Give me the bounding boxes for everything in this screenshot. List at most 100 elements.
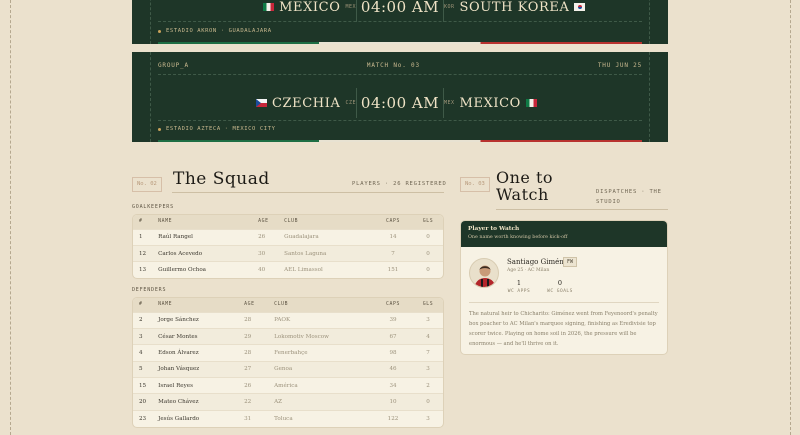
cell-age: 29 <box>238 327 269 345</box>
cell-gls: 2 <box>413 377 443 394</box>
col-num[interactable]: # <box>133 298 153 312</box>
stat-apps: 1 WC APPS <box>502 279 536 294</box>
cell-gls: 7 <box>413 344 443 362</box>
cell-num: 15 <box>133 377 153 394</box>
cell-name: Raúl Rangel <box>152 228 253 246</box>
col-club[interactable]: CLUB <box>278 215 373 229</box>
col-num[interactable]: # <box>133 215 153 229</box>
goalkeepers-table: # NAME AGE CLUB CAPS GLS 1 Raúl Rangel 26 G… <box>132 214 444 280</box>
divider <box>158 120 642 121</box>
cell-age: 40 <box>252 261 279 279</box>
col-club[interactable]: CLUB <box>268 298 373 312</box>
col-gls[interactable]: GLS <box>413 298 443 312</box>
section-number: No. 03 <box>460 177 490 192</box>
venue-label: ESTADIO AKRON · GUADALAJARA <box>166 28 272 34</box>
col-name[interactable]: NAME <box>152 215 253 229</box>
player-card[interactable]: Player to Watch One name worth knowing b… <box>460 220 668 355</box>
squad-meta: PLAYERS · 26 REGISTERED <box>352 181 447 187</box>
col-caps[interactable]: CAPS <box>373 215 413 229</box>
cell-gls: 3 <box>413 409 443 427</box>
match-number: MATCH No. 03 <box>366 62 420 69</box>
col-age[interactable]: AGE <box>238 298 269 312</box>
col-gls[interactable]: GLS <box>413 215 443 229</box>
table-row[interactable]: 3 César Montes 29 Lokomotiv Moscow 67 4 <box>133 327 443 345</box>
cell-age: 26 <box>238 377 269 394</box>
match-teams: CZECHIA CZE 04:00 AM MEX MEXICO <box>132 88 668 118</box>
table-row[interactable]: 15 Israel Reyes 26 América 34 2 <box>133 377 443 394</box>
page-rail-left <box>10 0 11 435</box>
player-card-header: Player to Watch One name worth knowing b… <box>461 221 667 247</box>
match-group: GROUP_A <box>158 62 189 69</box>
match-teams: MEXICO MEX 04:00 AM KOR SOUTH KOREA <box>132 0 668 22</box>
cell-caps: 67 <box>373 327 413 345</box>
title-rule <box>496 209 668 210</box>
match-card[interactable]: MEXICO MEX 04:00 AM KOR SOUTH KOREA ESTA… <box>132 0 668 44</box>
table-row[interactable]: 20 Mateo Chávez 22 AZ 10 0 <box>133 393 443 411</box>
kr-flag-icon <box>574 3 586 11</box>
cell-age: 22 <box>238 393 269 411</box>
cell-club: Santos Laguna <box>278 244 373 262</box>
cell-club: PAOK <box>268 311 373 329</box>
col-caps[interactable]: CAPS <box>373 298 413 312</box>
col-name[interactable]: NAME <box>152 298 239 312</box>
cell-name: Israel Reyes <box>152 377 239 394</box>
watch-meta: DISPATCHES · THE STUDIO <box>596 189 662 205</box>
venue-dot-icon <box>158 29 161 33</box>
table-row[interactable]: 2 Jorge Sánchez 28 PAOK 39 3 <box>133 311 443 329</box>
cell-caps: 7 <box>373 244 413 262</box>
cell-name: Jesús Gallardo <box>152 409 239 427</box>
kickoff-time: 04:00 AM <box>356 88 444 118</box>
cell-gls: 3 <box>413 311 443 329</box>
table-row[interactable]: 23 Jesús Gallardo 31 Toluca 122 3 <box>133 409 443 427</box>
cell-age: 28 <box>238 344 269 362</box>
table-row[interactable]: 12 Carlos Acevedo 30 Santos Laguna 7 0 <box>133 244 443 262</box>
section-number: No. 02 <box>132 177 162 192</box>
table-row[interactable]: 1 Raúl Rangel 26 Guadalajara 14 0 <box>133 228 443 246</box>
cell-num: 23 <box>133 409 153 427</box>
venue: ESTADIO AKRON · GUADALAJARA <box>158 28 272 34</box>
home-team: CZECHIA CZE <box>196 96 356 111</box>
page-rail-right <box>790 0 791 435</box>
table-row[interactable]: 4 Edson Álvarez 28 Fenerbahçe 98 7 <box>133 344 443 362</box>
cell-caps: 151 <box>373 261 413 279</box>
stat-apps-value: 1 <box>516 279 522 287</box>
table-header-row: # NAME AGE CLUB CAPS GLS <box>133 215 443 229</box>
cell-name: Carlos Acevedo <box>152 244 253 262</box>
player-details: Age 25 · AC Milan <box>507 268 550 273</box>
match-card[interactable]: GROUP_A MATCH No. 03 THU JUN 25 CZECHIA … <box>132 52 668 142</box>
cell-age: 28 <box>238 311 269 329</box>
title-rule <box>172 192 444 193</box>
table-row[interactable]: 5 Johan Vásquez 27 Genoa 46 3 <box>133 360 443 378</box>
away-team-code: MEX <box>444 100 455 106</box>
away-team-name: MEXICO <box>459 95 521 111</box>
cell-club: AZ <box>268 393 373 411</box>
away-team-name: SOUTH KOREA <box>459 0 570 15</box>
player-avatar <box>469 258 499 288</box>
home-team-code: CZE <box>345 100 356 106</box>
divider <box>158 74 642 75</box>
position-badge: FW <box>563 257 578 267</box>
venue: ESTADIO AZTECA · MEXICO CITY <box>158 126 276 132</box>
player-photo-icon <box>474 265 496 287</box>
player-name: Santiago Giménez <box>507 258 572 266</box>
cell-gls: 4 <box>413 327 443 345</box>
table-row[interactable]: 13 Guillermo Ochoa 40 AEL Limassol 151 0 <box>133 261 443 279</box>
cell-num: 3 <box>133 327 153 345</box>
cell-caps: 122 <box>373 409 413 427</box>
group-label-goalkeepers: GOALKEEPERS <box>132 204 174 210</box>
squad-title: The Squad <box>173 169 270 189</box>
cell-name: Jorge Sánchez <box>152 311 239 329</box>
away-team-code: KOR <box>444 4 455 10</box>
cell-num: 20 <box>133 393 153 411</box>
cell-gls: 3 <box>413 360 443 378</box>
cell-gls: 0 <box>413 228 443 246</box>
cell-age: 31 <box>238 409 269 427</box>
cell-num: 1 <box>133 228 153 246</box>
cell-club: AEL Limassol <box>278 261 373 279</box>
stat-apps-label: WC APPS <box>507 289 531 294</box>
cell-gls: 0 <box>413 261 443 279</box>
cell-club: Guadalajara <box>278 228 373 246</box>
watch-title: One to Watch <box>496 168 554 204</box>
cell-caps: 46 <box>373 360 413 378</box>
col-age[interactable]: AGE <box>252 215 279 229</box>
